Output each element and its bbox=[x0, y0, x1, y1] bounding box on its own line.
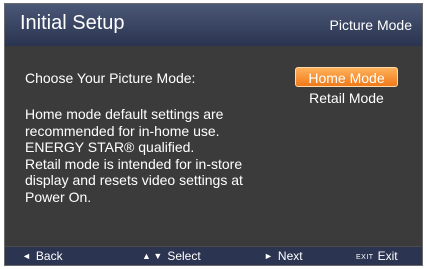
content-panel: Choose Your Picture Mode: Home mode defa… bbox=[5, 46, 422, 249]
header-bar: Initial Setup Picture Mode bbox=[5, 4, 422, 47]
retail-mode-option[interactable]: Retail Mode bbox=[295, 88, 398, 108]
page-title: Initial Setup bbox=[20, 12, 125, 34]
exit-hint[interactable]: EXIT Exit bbox=[356, 249, 398, 263]
exit-key-icon: EXIT bbox=[356, 254, 374, 261]
description-line: Retail mode is intended for in-store bbox=[25, 155, 243, 172]
exit-label: Exit bbox=[377, 249, 398, 263]
up-down-arrows-icon: ▲ ▼ bbox=[142, 251, 163, 261]
description-line: Home mode default settings are bbox=[25, 106, 224, 122]
description-line: Power On. bbox=[25, 188, 92, 205]
description-line: recommended for in-home use. bbox=[25, 122, 220, 139]
next-label: Next bbox=[277, 249, 303, 263]
home-mode-option[interactable]: Home Mode bbox=[295, 67, 398, 87]
description-text: Home mode default settings are recommend… bbox=[25, 106, 265, 205]
back-label: Back bbox=[35, 249, 63, 263]
next-hint[interactable]: ► Next bbox=[264, 249, 303, 263]
back-hint[interactable]: ◄ Back bbox=[22, 249, 63, 263]
select-hint[interactable]: ▲ ▼ Select bbox=[142, 249, 201, 263]
footer-bar: ◄ Back ▲ ▼ Select ► Next EXIT Exit bbox=[5, 246, 422, 265]
description-line: display and resets video settings at bbox=[25, 172, 243, 188]
setup-window: Initial Setup Picture Mode Choose Your P… bbox=[4, 3, 423, 266]
select-label: Select bbox=[167, 249, 201, 263]
description-line: ENERGY STAR® qualified. bbox=[25, 139, 195, 155]
left-triangle-icon: ◄ bbox=[22, 251, 31, 261]
section-title: Picture Mode bbox=[329, 17, 412, 33]
right-triangle-icon: ► bbox=[264, 251, 273, 261]
prompt-text: Choose Your Picture Mode: bbox=[25, 70, 196, 86]
